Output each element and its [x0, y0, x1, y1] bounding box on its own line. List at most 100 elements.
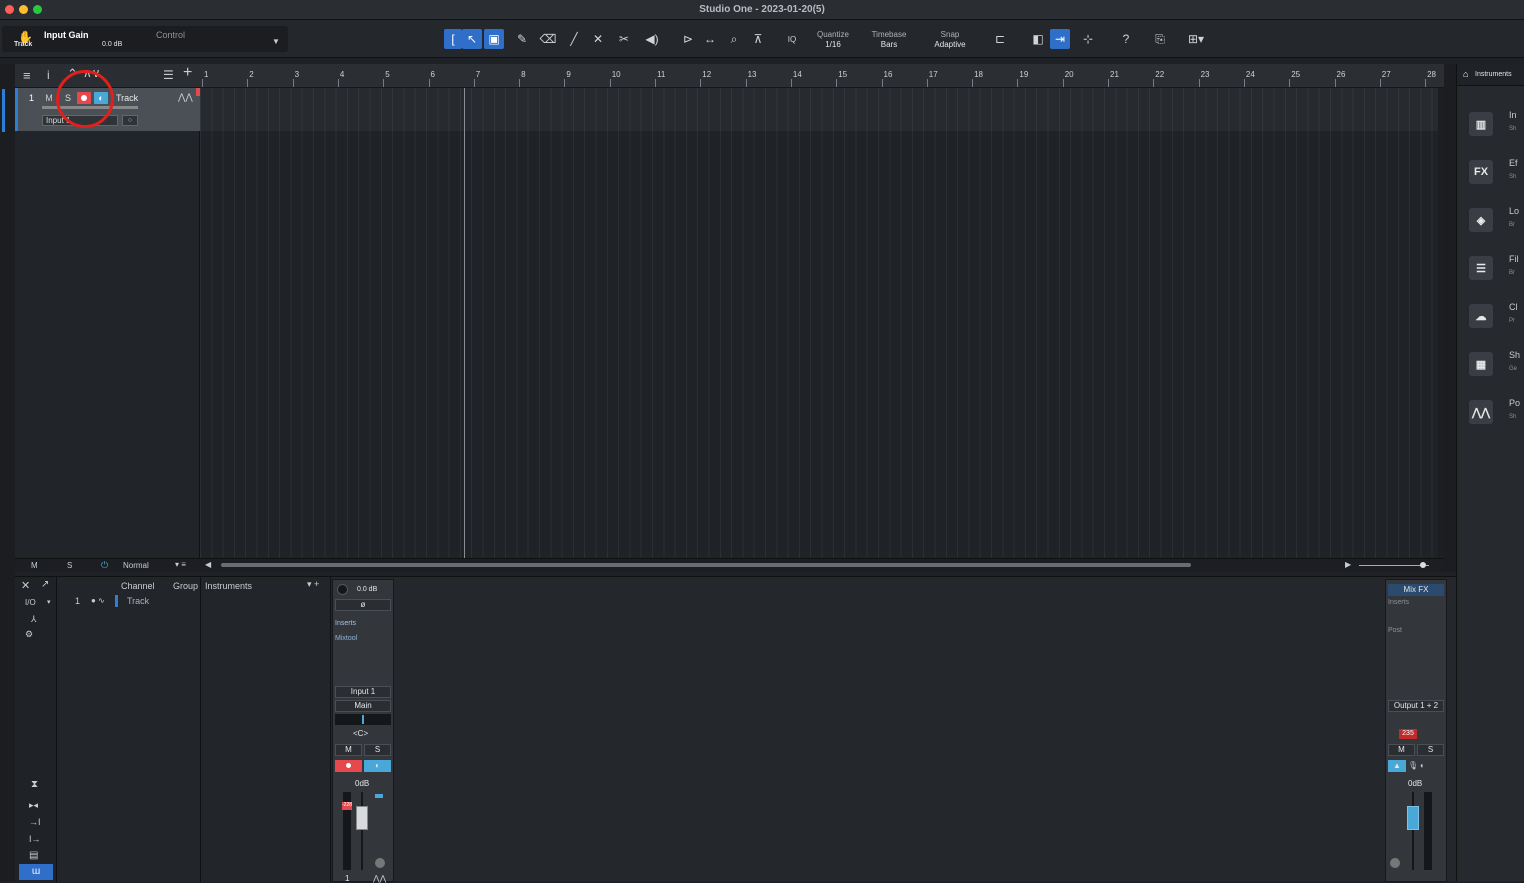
mute-button[interactable]: M — [1388, 744, 1415, 756]
monitor-button[interactable]: ◐ — [364, 760, 391, 772]
close-icon[interactable]: ✕ — [21, 579, 30, 592]
toggle-icon[interactable]: ◐ — [1420, 761, 1425, 770]
mute-tool-icon[interactable]: ✕ — [588, 29, 608, 49]
pool-icon[interactable]: ⋀⋀ — [1469, 400, 1493, 424]
gear-icon[interactable]: ⚙ — [25, 629, 33, 640]
iq-button[interactable]: IQ — [782, 29, 802, 49]
browser-item-label[interactable]: Cl — [1509, 302, 1518, 312]
help-button[interactable]: ? — [1116, 29, 1136, 49]
playhead[interactable] — [464, 88, 465, 558]
list-icon[interactable]: ☰ — [163, 68, 174, 82]
global-mute-button[interactable]: M — [31, 561, 38, 570]
add-track-icon[interactable]: + — [183, 64, 192, 82]
zoom-slider[interactable] — [1359, 565, 1429, 566]
control-value[interactable]: 0.0 dB — [102, 41, 122, 48]
snap-control[interactable]: Snap Adaptive — [924, 30, 976, 50]
loops-icon[interactable]: ◈ — [1469, 208, 1493, 232]
output-view-icon[interactable]: I→ — [29, 834, 41, 844]
fader-track[interactable] — [1412, 792, 1414, 870]
select-tool-icon[interactable]: ▣ — [484, 29, 504, 49]
routing-icon[interactable]: ⅄ — [31, 614, 37, 625]
collapse-icon[interactable]: ⧗ — [31, 779, 38, 790]
banks-icon[interactable]: ▤ — [29, 850, 38, 861]
add-instrument-icon[interactable]: ▾ + — [307, 579, 319, 590]
instrument-view-icon[interactable]: ɯ — [19, 864, 53, 880]
browser-item-label[interactable]: In — [1509, 110, 1517, 120]
inserts-label[interactable]: Inserts — [335, 620, 356, 627]
scroll-left-icon[interactable]: ◀ — [205, 560, 211, 569]
pan-slider[interactable] — [335, 714, 391, 725]
io-label[interactable]: I/O — [25, 598, 36, 607]
input-view-icon[interactable]: →I — [29, 817, 41, 827]
files-icon[interactable]: ☰ — [1469, 256, 1493, 280]
browser-item-label[interactable]: Lo — [1509, 206, 1519, 216]
gain-knob[interactable] — [337, 584, 348, 595]
expand-icon[interactable]: ↗ — [41, 579, 49, 590]
phase-button[interactable]: ø — [335, 599, 391, 611]
timebase-control[interactable]: Timebase Bars — [866, 30, 912, 50]
fader-track[interactable] — [361, 792, 363, 870]
paint-tool-icon[interactable]: ╱ — [564, 29, 584, 49]
track-name[interactable]: Track — [116, 93, 138, 103]
split-view-icon[interactable]: ⊹ — [1078, 29, 1098, 49]
zoom-slider-handle[interactable] — [1420, 562, 1426, 568]
control-panel[interactable]: ✋ Input Gain Track 0.0 dB Control ▼ — [2, 26, 288, 52]
power-icon[interactable]: ⏻ — [101, 560, 108, 571]
mute-button[interactable]: M — [44, 92, 54, 104]
volume-fader[interactable] — [356, 806, 368, 830]
arrow-tool-icon[interactable]: ↖ — [462, 29, 482, 49]
shop-icon[interactable]: ▦ — [1469, 352, 1493, 376]
menu-icon[interactable]: ≡ — [23, 68, 31, 83]
effects-icon[interactable]: FX — [1469, 160, 1493, 184]
browser-tab-instruments[interactable]: Instruments — [1475, 71, 1512, 78]
inserts-label[interactable]: Inserts — [1388, 599, 1409, 606]
eraser-tool-icon[interactable]: ⌫ — [538, 29, 558, 49]
record-arm-button[interactable] — [335, 760, 362, 772]
metronome-icon[interactable]: ⊼ — [748, 29, 768, 49]
snap-grid-icon[interactable]: ⊏ — [990, 29, 1010, 49]
input-mode-icon[interactable]: ○ — [122, 115, 138, 126]
mic-icon[interactable]: 🎙 — [1408, 761, 1418, 770]
timeline-ruler[interactable]: 1 2 3 4 5 6 7 8 9 10 11 12 13 14 15 16 17 18 19 20 21 22 23 24 2… — [200, 64, 1444, 88]
autoscroll-icon[interactable]: ◧ — [1028, 29, 1048, 49]
output-button[interactable]: Output 1 + 2 — [1388, 700, 1444, 712]
pan-handle[interactable] — [362, 715, 364, 724]
narrow-icon[interactable]: ▸◂ — [29, 800, 38, 811]
post-label[interactable]: Post — [1388, 627, 1402, 634]
stretch-icon[interactable]: ↔ — [700, 29, 720, 49]
output-button[interactable]: Main — [335, 700, 391, 712]
input-button[interactable]: Input 1 — [335, 686, 391, 698]
quantize-control[interactable]: Quantize 1/16 — [810, 30, 856, 50]
solo-button[interactable]: S — [1417, 744, 1444, 756]
video-icon[interactable]: ⎘ — [1150, 29, 1170, 49]
pencil-tool-icon[interactable]: ✎ — [512, 29, 532, 49]
timestretch-mode[interactable]: Normal — [123, 561, 149, 570]
arrangement-area[interactable] — [200, 88, 1444, 558]
track-lane[interactable] — [200, 88, 1444, 131]
home-icon[interactable]: ⌂ — [1463, 69, 1468, 79]
browser-item-label[interactable]: Ef — [1509, 158, 1518, 168]
range-tool-button[interactable]: [ — [444, 29, 462, 49]
info-icon[interactable]: i — [47, 68, 50, 82]
chevron-down-icon[interactable]: ▾ ≡ — [175, 560, 186, 569]
follow-icon[interactable]: ⇥ — [1050, 29, 1070, 49]
browser-item-label[interactable]: Po — [1509, 398, 1520, 408]
chevron-down-icon[interactable]: ▾ — [47, 598, 51, 606]
scroll-right-icon[interactable]: ▶ — [1345, 560, 1351, 569]
horizontal-scrollbar-thumb[interactable] — [221, 563, 1191, 567]
layout-options-icon[interactable]: ⊞▾ — [1182, 29, 1210, 49]
insert-slot[interactable]: Mixtool — [335, 635, 357, 642]
volume-fader[interactable] — [1407, 806, 1419, 830]
mixfx-button[interactable]: Mix FX — [1388, 584, 1444, 596]
mute-button[interactable]: M — [335, 744, 362, 756]
cloud-icon[interactable]: ☁ — [1469, 304, 1493, 328]
solo-button[interactable]: S — [364, 744, 391, 756]
instruments-icon[interactable]: ▥ — [1469, 112, 1493, 136]
chevron-down-icon[interactable]: ▼ — [272, 37, 280, 46]
browser-item-label[interactable]: Sh — [1509, 350, 1520, 360]
zoom-icon[interactable]: ⌕ — [724, 29, 744, 49]
list-item[interactable]: 1 ● ∿ Track — [57, 595, 201, 607]
global-solo-button[interactable]: S — [67, 561, 72, 570]
dim-icon[interactable]: ▲ — [1388, 760, 1406, 772]
split-tool-icon[interactable]: ✂ — [614, 29, 634, 49]
